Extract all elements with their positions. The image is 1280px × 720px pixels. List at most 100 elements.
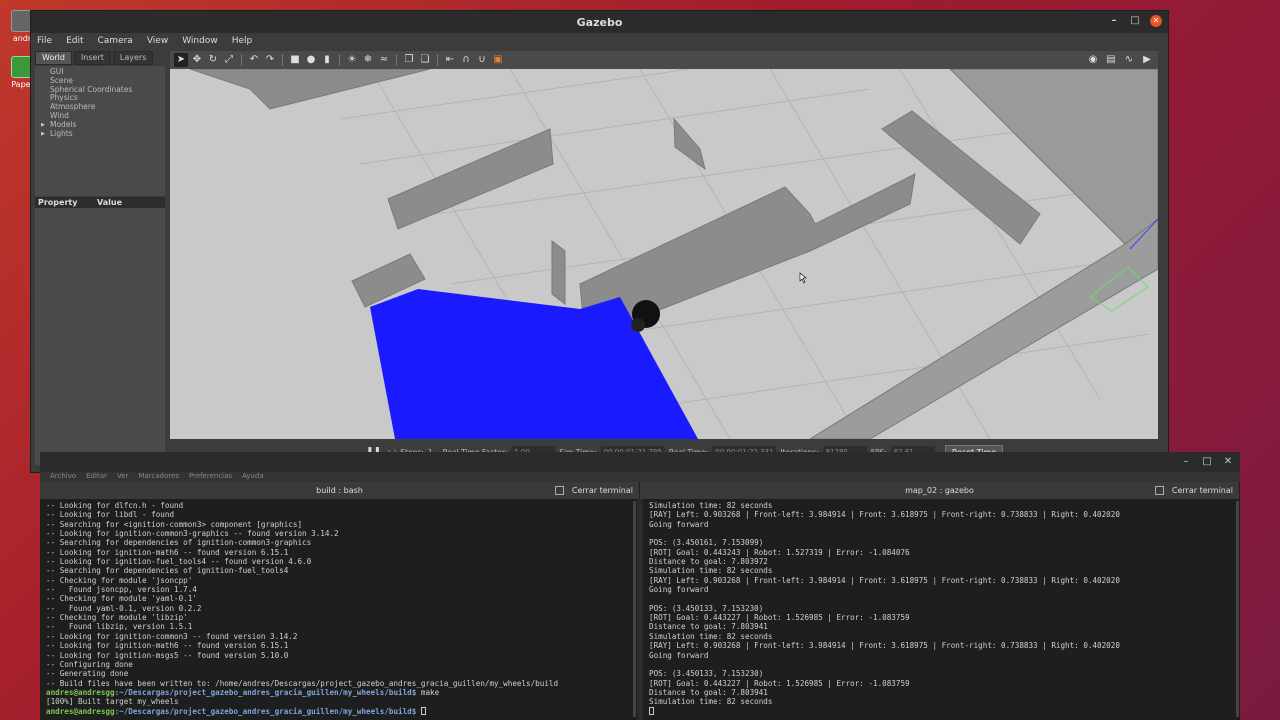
scale-mode-icon[interactable]: ⤢ (222, 53, 236, 67)
terminal-line: POS: (3.450133, 7.153230) (649, 603, 764, 613)
redo-icon[interactable]: ↷ (263, 53, 277, 67)
point-light-icon[interactable]: ☀ (345, 53, 359, 67)
make-output: [100%] Built target my_wheels (46, 697, 179, 707)
menu-marcadores[interactable]: Marcadores (138, 472, 179, 482)
minimize-button[interactable]: – (1108, 15, 1120, 27)
terminal-line: -- Looking for ignition-math6 -- found v… (46, 547, 289, 557)
terminal-line: -- Looking for dlfcn.h - found (46, 501, 184, 510)
terminal-line: POS: (3.450133, 7.153230) (649, 669, 764, 679)
terminal-line: -- Looking for ignition-common3-graphics… (46, 529, 339, 539)
property-table (35, 208, 165, 460)
menu-editar[interactable]: Editar (86, 472, 107, 482)
command-text: make (416, 687, 440, 697)
minimize-button[interactable]: – (1180, 456, 1192, 468)
terminal-line: -- Searching for <ignition-common3> comp… (46, 519, 303, 529)
terminal-titlebar[interactable]: – □ ✕ (40, 452, 1240, 472)
menu-ayuda[interactable]: Ayuda (242, 472, 264, 482)
terminal-tabs: build : bash Cerrar terminal map_02 : ga… (40, 482, 1240, 499)
toolbar-divider (282, 54, 283, 66)
prompt-line: andres@andresgg:~/Descargas/project_gaze… (46, 688, 631, 697)
tab-insert[interactable]: Insert (73, 51, 111, 65)
gazebo-titlebar[interactable]: Gazebo – □ ✕ (31, 11, 1168, 33)
terminal-window: – □ ✕ Archivo Editar Ver Marcadores Pref… (40, 452, 1240, 720)
terminal-line: [ROT] Goal: 0.443227 | Robot: 1.526985 |… (649, 678, 910, 688)
robot-wheel (631, 318, 645, 332)
directional-light-icon[interactable]: ≈ (377, 53, 391, 67)
desktop-icon-label: andr (12, 34, 32, 43)
world-tree: GUI Scene Spherical Coordinates Physics … (35, 66, 165, 196)
terminal-line: [RAY] Left: 0.903268 | Front-left: 3.984… (649, 575, 1120, 585)
terminal-menu-bar: Archivo Editar Ver Marcadores Preferenci… (40, 472, 1240, 482)
video-record-icon[interactable]: ▶ (1140, 53, 1154, 67)
rotate-mode-icon[interactable]: ↻ (206, 53, 220, 67)
menu-file[interactable]: File (37, 36, 52, 46)
paste-icon[interactable]: ❑ (418, 53, 432, 67)
terminal-output: Simulation time: 82 seconds [RAY] Left: 0… (649, 501, 1234, 707)
property-panel: Property Value (35, 197, 165, 465)
box-shape-icon[interactable]: ■ (288, 53, 302, 67)
select-mode-icon[interactable]: ➤ (174, 53, 188, 67)
menu-bar: File Edit Camera View Window Help (31, 33, 1168, 49)
tree-item-lights[interactable]: Lights (39, 129, 161, 139)
snap-icon[interactable]: ∩ (459, 53, 473, 67)
terminal-line: Simulation time: 82 seconds (649, 566, 773, 576)
log-icon[interactable]: ▤ (1104, 53, 1118, 67)
scrollbar[interactable] (1236, 501, 1239, 717)
terminal-line: POS: (3.450161, 7.153099) (649, 538, 764, 548)
terminal-line: -- Configuring done (46, 659, 133, 669)
tab-world[interactable]: World (35, 51, 72, 65)
tab-layers[interactable]: Layers (112, 51, 154, 65)
terminal-line: [RAY] Left: 0.903268 | Front-left: 3.984… (649, 510, 1120, 520)
terminal-pane-gazebo[interactable]: Simulation time: 82 seconds [RAY] Left: 0… (643, 499, 1240, 720)
maximize-button[interactable]: □ (1129, 15, 1141, 27)
terminal-panes: -- Looking for dlfcn.h - found -- Looking… (40, 499, 1240, 720)
terminal-pane-build[interactable]: -- Looking for dlfcn.h - found -- Looking… (40, 499, 643, 720)
tab-map-gazebo[interactable]: map_02 : gazebo Cerrar terminal (640, 482, 1240, 499)
sphere-shape-icon[interactable]: ● (304, 53, 318, 67)
value-column-header: Value (97, 198, 123, 207)
spot-light-icon[interactable]: ❄ (361, 53, 375, 67)
property-header: Property Value (35, 197, 165, 208)
terminal-line: -- Looking for libdl - found (46, 510, 175, 520)
align-icon[interactable]: ⇤ (443, 53, 457, 67)
maximize-button[interactable]: □ (1201, 456, 1213, 468)
translate-mode-icon[interactable]: ✥ (190, 53, 204, 67)
prompt-path: :~/Descargas/project_gazebo_andres_graci… (114, 706, 417, 716)
toolbar-divider (241, 54, 242, 66)
terminal-line: Simulation time: 82 seconds (649, 631, 773, 641)
close-terminal-button[interactable]: Cerrar terminal (1155, 482, 1233, 499)
close-button[interactable]: ✕ (1222, 456, 1234, 468)
scrollbar[interactable] (633, 501, 636, 717)
terminal-line: -- Looking for ignition-math6 -- found v… (46, 641, 289, 651)
terminal-line: Simulation time: 82 seconds (649, 697, 773, 707)
menu-camera[interactable]: Camera (98, 36, 133, 46)
tab-build-bash[interactable]: build : bash Cerrar terminal (40, 482, 640, 499)
copy-icon[interactable]: ❐ (402, 53, 416, 67)
menu-preferencias[interactable]: Preferencias (189, 472, 232, 482)
plot-icon[interactable]: ∿ (1122, 53, 1136, 67)
menu-archivo[interactable]: Archivo (50, 472, 76, 482)
close-button[interactable]: ✕ (1150, 15, 1162, 27)
left-panel: World Insert Layers GUI Scene Spherical … (35, 51, 165, 465)
terminal-line: [ROT] Goal: 0.443243 | Robot: 1.527319 |… (649, 547, 910, 557)
gazebo-window: Gazebo – □ ✕ File Edit Camera View Windo… (30, 10, 1169, 473)
screenshot-icon[interactable]: ◉ (1086, 53, 1100, 67)
terminal-line: Distance to goal: 7.803972 (649, 557, 768, 567)
menu-view[interactable]: View (147, 36, 168, 46)
left-tabs: World Insert Layers (35, 51, 165, 65)
scene-viewport[interactable] (170, 69, 1158, 439)
terminal-line: Going forward (649, 650, 709, 660)
menu-window[interactable]: Window (182, 36, 218, 46)
change-view-icon[interactable]: ▣ (491, 53, 505, 67)
menu-help[interactable]: Help (232, 36, 253, 46)
menu-ver[interactable]: Ver (117, 472, 128, 482)
terminal-line: -- Build files have been written to: /ho… (46, 678, 559, 688)
magnet-icon[interactable]: ∪ (475, 53, 489, 67)
menu-edit[interactable]: Edit (66, 36, 83, 46)
undo-icon[interactable]: ↶ (247, 53, 261, 67)
close-terminal-button[interactable]: Cerrar terminal (555, 482, 633, 499)
text-cursor (420, 706, 426, 715)
terminal-line: -- Searching for dependencies of ignitio… (46, 538, 312, 548)
cylinder-shape-icon[interactable]: ▮ (320, 53, 334, 67)
